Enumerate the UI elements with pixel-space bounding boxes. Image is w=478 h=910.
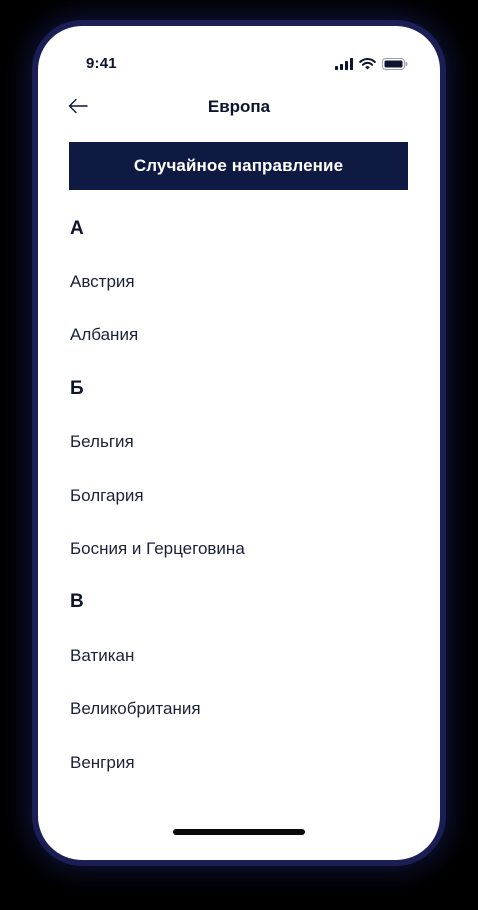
wifi-icon: [359, 57, 376, 75]
country-item-austria[interactable]: Австрия: [70, 255, 410, 308]
country-item-bulgaria[interactable]: Болгария: [70, 469, 410, 522]
status-bar: 9:41: [38, 26, 440, 84]
section-letter: В: [70, 591, 84, 613]
battery-icon: [382, 57, 408, 75]
status-time: 9:41: [86, 55, 117, 72]
country-item-belgium[interactable]: Бельгия: [70, 416, 410, 469]
country-item-hungary[interactable]: Венгрия: [70, 736, 410, 789]
phone-screen: 9:41 Европа Случайное направление А Авст…: [38, 26, 440, 860]
header: Европа: [38, 84, 440, 132]
section-header-b: Б: [70, 362, 410, 415]
section-letter: Б: [70, 377, 84, 399]
status-icons: [335, 57, 408, 75]
country-item-bosnia[interactable]: Босния и Герцеговина: [70, 522, 410, 575]
section-letter: А: [70, 217, 84, 239]
home-indicator[interactable]: [173, 829, 305, 835]
country-item-vatican[interactable]: Ватикан: [70, 629, 410, 682]
section-header-v: В: [70, 576, 410, 629]
section-header-a: А: [70, 202, 410, 255]
random-destination-button[interactable]: Случайное направление: [69, 142, 408, 190]
page-title: Европа: [207, 97, 271, 116]
country-list: А Австрия Албания Б Бельгия Болгария Бос…: [70, 202, 410, 789]
country-item-albania[interactable]: Албания: [70, 309, 410, 362]
cellular-signal-icon: [335, 57, 353, 75]
country-item-great-britain[interactable]: Великобритания: [70, 683, 410, 736]
